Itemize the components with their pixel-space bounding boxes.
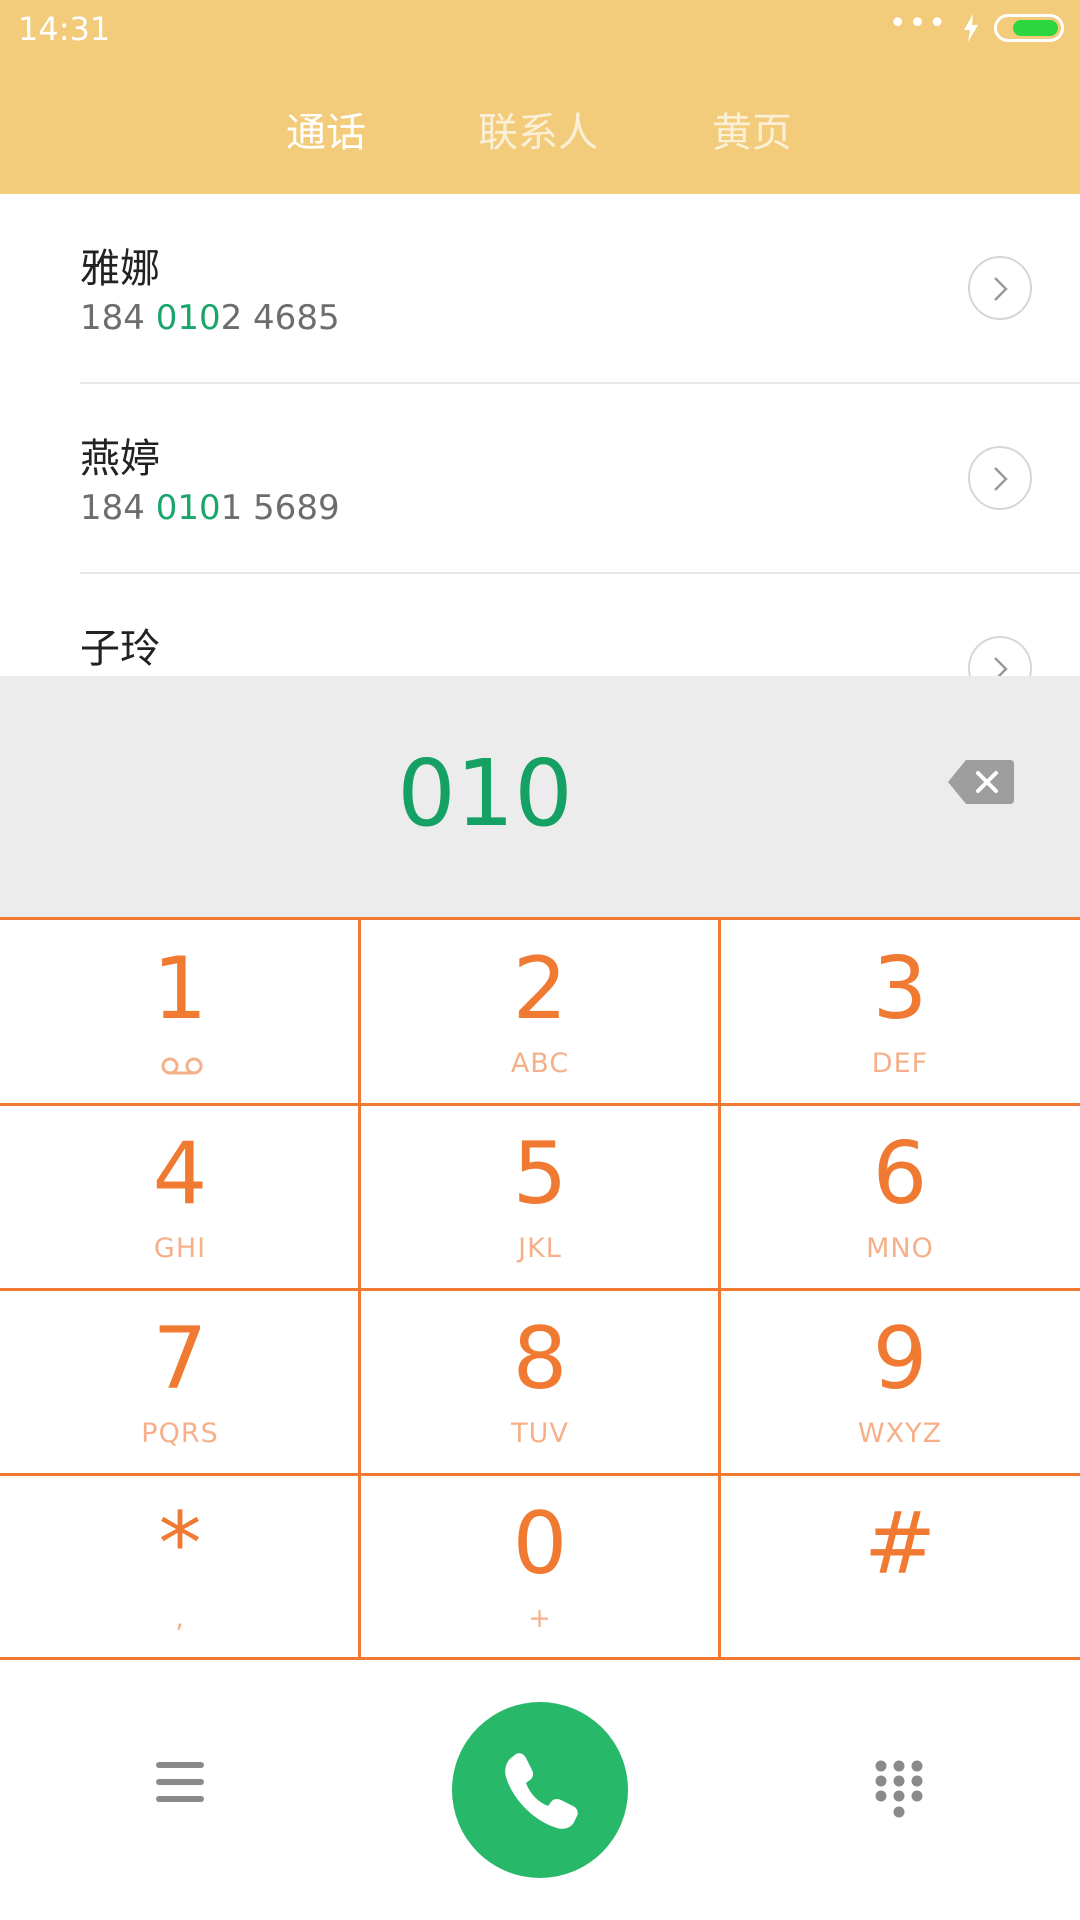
key-4[interactable]: 4 GHI [0,1105,360,1290]
dial-keypad: 1 2 ABC 3 DEF 4 GHI 5 JKL 6 MNO 7 PQRS 8… [0,920,1080,1660]
charging-bolt-icon [964,14,978,42]
contact-detail-button[interactable] [968,636,1032,676]
key-star[interactable]: * , [0,1475,360,1660]
dialpad-icon[interactable] [874,1760,924,1820]
phone-icon [505,1753,578,1829]
key-1[interactable]: 1 [0,920,360,1105]
key-9[interactable]: 9 WXYZ [720,1290,1080,1475]
key-6[interactable]: 6 MNO [720,1105,1080,1290]
bottom-action-bar [0,1660,1080,1920]
contact-detail-button[interactable] [968,256,1032,320]
list-item[interactable]: 燕婷 184 0101 5689 [0,384,1080,574]
list-item[interactable]: 雅娜 184 0102 4685 [0,194,1080,384]
keypad-grid-line [0,1103,1080,1106]
key-2[interactable]: 2 ABC [360,920,720,1105]
contact-list: 雅娜 184 0102 4685 燕婷 184 0101 5689 子玲 [0,194,1080,676]
menu-icon[interactable] [156,1760,204,1804]
app-header: 14:31 ••• 通话 联系人 黄页 [0,0,1080,194]
tab-contacts[interactable]: 联系人 [478,100,598,158]
signal-dots-icon: ••• [888,6,948,41]
backspace-icon[interactable] [948,760,1014,804]
status-time: 14:31 [18,10,111,48]
contact-number: 184 0102 4685 [80,298,340,338]
dialed-number: 010 [397,740,573,847]
contact-name: 子玲 [80,626,160,672]
keypad-grid-line [0,1473,1080,1476]
number-match: 010 [155,488,221,528]
contact-name: 雅娜 [80,246,160,292]
chevron-right-icon [994,467,1008,491]
list-item[interactable]: 子玲 [0,574,1080,676]
chevron-right-icon [994,277,1008,301]
contact-name: 燕婷 [80,436,160,482]
tab-calls[interactable]: 通话 [286,100,366,158]
tab-yellow-pages[interactable]: 黄页 [712,100,792,158]
key-7[interactable]: 7 PQRS [0,1290,360,1475]
battery-icon [994,14,1064,42]
status-icons: ••• [889,9,1064,42]
keypad-grid-line [358,920,361,1660]
key-hash[interactable]: # [720,1475,1080,1660]
key-3[interactable]: 3 DEF [720,920,1080,1105]
voicemail-icon [161,1057,203,1075]
key-5[interactable]: 5 JKL [360,1105,720,1290]
dialed-number-panel: 010 [0,676,1080,920]
keypad-grid-line [0,1288,1080,1291]
keypad-grid-line [718,920,721,1660]
contact-detail-button[interactable] [968,446,1032,510]
contact-number: 184 0101 5689 [80,488,340,528]
key-0[interactable]: 0 + [360,1475,720,1660]
tab-bar: 通话 联系人 黄页 [0,100,1080,160]
key-8[interactable]: 8 TUV [360,1290,720,1475]
number-match: 010 [155,298,221,338]
call-button[interactable] [452,1702,628,1878]
chevron-right-icon [994,657,1008,676]
